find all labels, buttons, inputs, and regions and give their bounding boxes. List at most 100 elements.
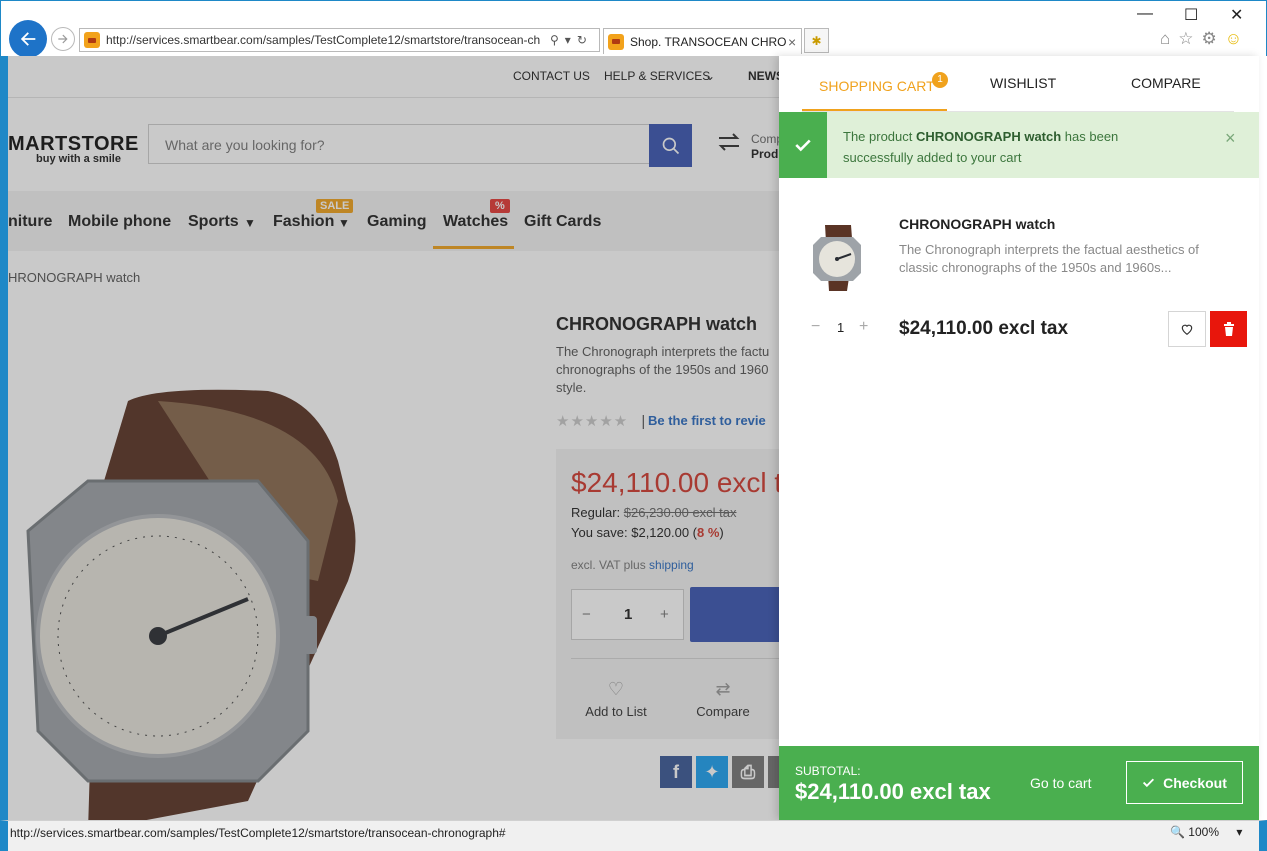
quantity-stepper[interactable]: − 1 + (571, 589, 684, 640)
print-icon[interactable]: ⎙ (732, 756, 764, 788)
zoom-control[interactable]: 🔍 100% ▾ (1170, 825, 1242, 839)
compare-icon: ⇄ (715, 679, 731, 699)
go-to-cart-link[interactable]: Go to cart (1030, 775, 1091, 791)
window-border (0, 56, 8, 820)
new-tab-button[interactable]: ✱ (804, 28, 829, 53)
help-services-link[interactable]: HELP & SERVICES (604, 69, 710, 83)
cart-footer: SUBTOTAL: $24,110.00 excl tax Go to cart… (779, 746, 1259, 820)
cart-item-price: $24,110.00 excl tax (899, 318, 1069, 339)
browser-tab[interactable]: Shop. TRANSOCEAN CHRO... × (603, 28, 802, 54)
product-image[interactable] (18, 381, 378, 820)
tab-shopping-cart[interactable]: SHOPPING CART (819, 78, 935, 94)
category-gift-cards[interactable]: Gift Cards (524, 213, 601, 231)
notification-product: CHRONOGRAPH watch (916, 129, 1062, 144)
subtotal-label: SUBTOTAL: (795, 764, 861, 778)
divider (571, 658, 779, 659)
product-description: The Chronograph interprets the factu chr… (556, 344, 770, 395)
status-url: http://services.smartbear.com/samples/Te… (10, 826, 506, 840)
favorites-star-icon[interactable]: ☆ (1178, 29, 1193, 49)
help-chevron-icon: ⌄ (705, 69, 716, 83)
back-arrow-icon (20, 32, 36, 46)
product-price: $24,110.00 excl t (571, 467, 783, 498)
trash-icon (1223, 322, 1234, 336)
subtotal-value: $24,110.00 excl tax (795, 779, 991, 804)
category-gaming[interactable]: Gaming (367, 213, 427, 231)
category-sports[interactable]: Sports (188, 213, 239, 231)
add-to-list-button[interactable]: ♡ Add to List (571, 679, 661, 719)
dropdown-icon[interactable]: ▾ (565, 33, 571, 47)
remove-item-button[interactable] (1210, 311, 1247, 347)
close-window-icon[interactable]: ✕ (1230, 5, 1243, 25)
compare-button[interactable]: ⇄ Compare (678, 679, 768, 719)
maximize-icon[interactable]: ☐ (1184, 5, 1198, 25)
price-box: $24,110.00 excl t Regular: $26,230.00 ex… (556, 449, 790, 739)
cart-qty-plus-icon[interactable]: + (859, 318, 868, 336)
email-share-icon[interactable] (768, 756, 779, 788)
you-save-percent: 8 % (697, 525, 720, 540)
cart-qty-value[interactable]: 1 (837, 320, 844, 335)
qty-minus-icon[interactable]: − (582, 606, 591, 623)
forward-button[interactable] (51, 27, 75, 51)
regular-price-value: $26,230.00 excl tax (623, 505, 737, 520)
active-tab-underline (802, 109, 947, 111)
forward-arrow-icon (58, 34, 68, 44)
qty-value[interactable]: 1 (624, 606, 632, 623)
search-input[interactable]: What are you looking for? (148, 124, 650, 164)
cart-item-description: The Chronograph interprets the factual a… (899, 242, 1199, 275)
regular-price-label: Regular: (571, 505, 621, 520)
you-save: You save: $2,120.00 (8 %) (571, 525, 724, 540)
home-icon[interactable]: ⌂ (1160, 29, 1170, 49)
checkout-button[interactable]: Checkout (1126, 761, 1243, 804)
success-notification: The product CHRONOGRAPH watch has been s… (779, 112, 1259, 178)
sale-badge: SALE (316, 199, 354, 213)
settings-gear-icon[interactable]: ⚙ (1202, 29, 1217, 49)
category-furniture[interactable]: niture (8, 213, 52, 231)
search-button[interactable] (649, 124, 692, 167)
panel-tabs: SHOPPING CART 1 WISHLIST COMPARE (802, 56, 1234, 112)
refresh-icon[interactable]: ↻ (577, 33, 587, 47)
site-favicon-icon (84, 32, 100, 48)
status-bar: http://services.smartbear.com/samples/Te… (0, 820, 1267, 851)
tab-favicon-icon (608, 33, 624, 50)
close-icon[interactable]: × (1225, 128, 1236, 149)
shipping-link[interactable]: shipping (649, 558, 694, 572)
category-watches[interactable]: Watches (443, 213, 508, 231)
rating-stars: ★★★★★ | (556, 412, 646, 430)
tab-close-icon[interactable]: × (788, 34, 796, 50)
compare-products-link[interactable]: Comp Prod (715, 128, 783, 161)
feedback-smiley-icon[interactable]: ☺ (1225, 29, 1242, 49)
zoom-dropdown-icon[interactable]: ▾ (1236, 825, 1242, 839)
twitter-share-icon[interactable]: ✦ (696, 756, 728, 788)
you-save-label: You save: $2,120.00 ( (571, 525, 698, 540)
add-to-cart-button[interactable] (690, 587, 790, 642)
vat-text: excl. VAT plus (571, 558, 650, 572)
cart-qty-minus-icon[interactable]: − (811, 318, 820, 336)
address-bar[interactable]: http://services.smartbear.com/samples/Te… (79, 28, 600, 52)
vat-note: excl. VAT plus shipping (571, 558, 694, 572)
qty-plus-icon[interactable]: + (660, 606, 669, 623)
url-text[interactable]: http://services.smartbear.com/samples/Te… (106, 33, 546, 47)
tab-title: Shop. TRANSOCEAN CHRO... (630, 34, 786, 49)
cart-item-name[interactable]: CHRONOGRAPH watch (899, 216, 1055, 232)
top-navigation: CONTACT US HELP & SERVICES ⌄ NEWS (8, 56, 784, 98)
star-icon: ★★★★★ (556, 413, 629, 430)
breadcrumb[interactable]: HRONOGRAPH watch (8, 270, 140, 285)
cart-item-image[interactable] (807, 221, 867, 293)
compare-sub-label: Prod (751, 147, 779, 161)
cart-count-badge: 1 (932, 72, 948, 88)
tab-compare[interactable]: COMPARE (1131, 75, 1201, 91)
category-fashion[interactable]: Fashion (273, 213, 334, 231)
search-icon[interactable]: ⚲ (550, 33, 559, 47)
sports-chevron-icon: ▼ (244, 216, 256, 230)
store-logo-tagline: buy with a smile (36, 153, 121, 165)
contact-us-link[interactable]: CONTACT US (513, 69, 590, 83)
facebook-share-icon[interactable]: f (660, 756, 692, 788)
tab-wishlist[interactable]: WISHLIST (990, 75, 1056, 91)
category-mobile-phone[interactable]: Mobile phone (68, 213, 171, 231)
minimize-icon[interactable]: — (1137, 5, 1153, 23)
back-button[interactable] (9, 20, 47, 58)
write-review-link[interactable]: Be the first to revie (648, 413, 766, 428)
compare-label: Compare (696, 704, 750, 719)
move-to-wishlist-button[interactable] (1168, 311, 1206, 347)
cart-panel: SHOPPING CART 1 WISHLIST COMPARE The pro… (779, 56, 1259, 820)
